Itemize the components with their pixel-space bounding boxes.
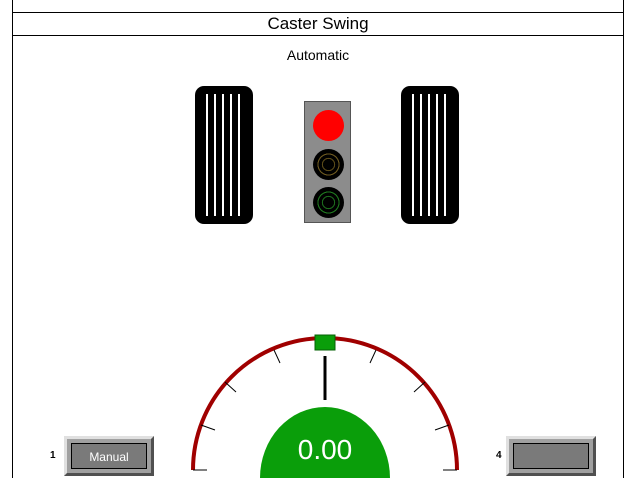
amber-lamp-icon: [313, 149, 344, 180]
page-title: Caster Swing: [12, 12, 624, 36]
gauge-value: 0.00: [297, 434, 353, 465]
manual-button-label: Manual: [71, 443, 147, 469]
right-button-index: 4: [496, 450, 502, 461]
left-wheel-icon: [195, 86, 253, 224]
function-4-button[interactable]: [506, 436, 596, 476]
gauge-tick: [200, 424, 216, 431]
green-lamp-icon: [313, 187, 344, 218]
gauge-tick: [434, 424, 450, 431]
function-4-button-label: [513, 443, 589, 469]
left-button-index: 1: [50, 450, 56, 461]
gauge-tick: [224, 381, 237, 393]
gauge-tick: [369, 349, 377, 364]
gauge-tick: [273, 349, 281, 364]
traffic-light: [304, 101, 351, 223]
manual-button[interactable]: Manual: [64, 436, 154, 476]
red-lamp-icon: [313, 110, 344, 141]
right-wheel-icon: [401, 86, 459, 224]
mode-label: Automatic: [286, 47, 350, 63]
gauge-tick: [413, 381, 426, 393]
gauge-pointer: [314, 334, 336, 351]
